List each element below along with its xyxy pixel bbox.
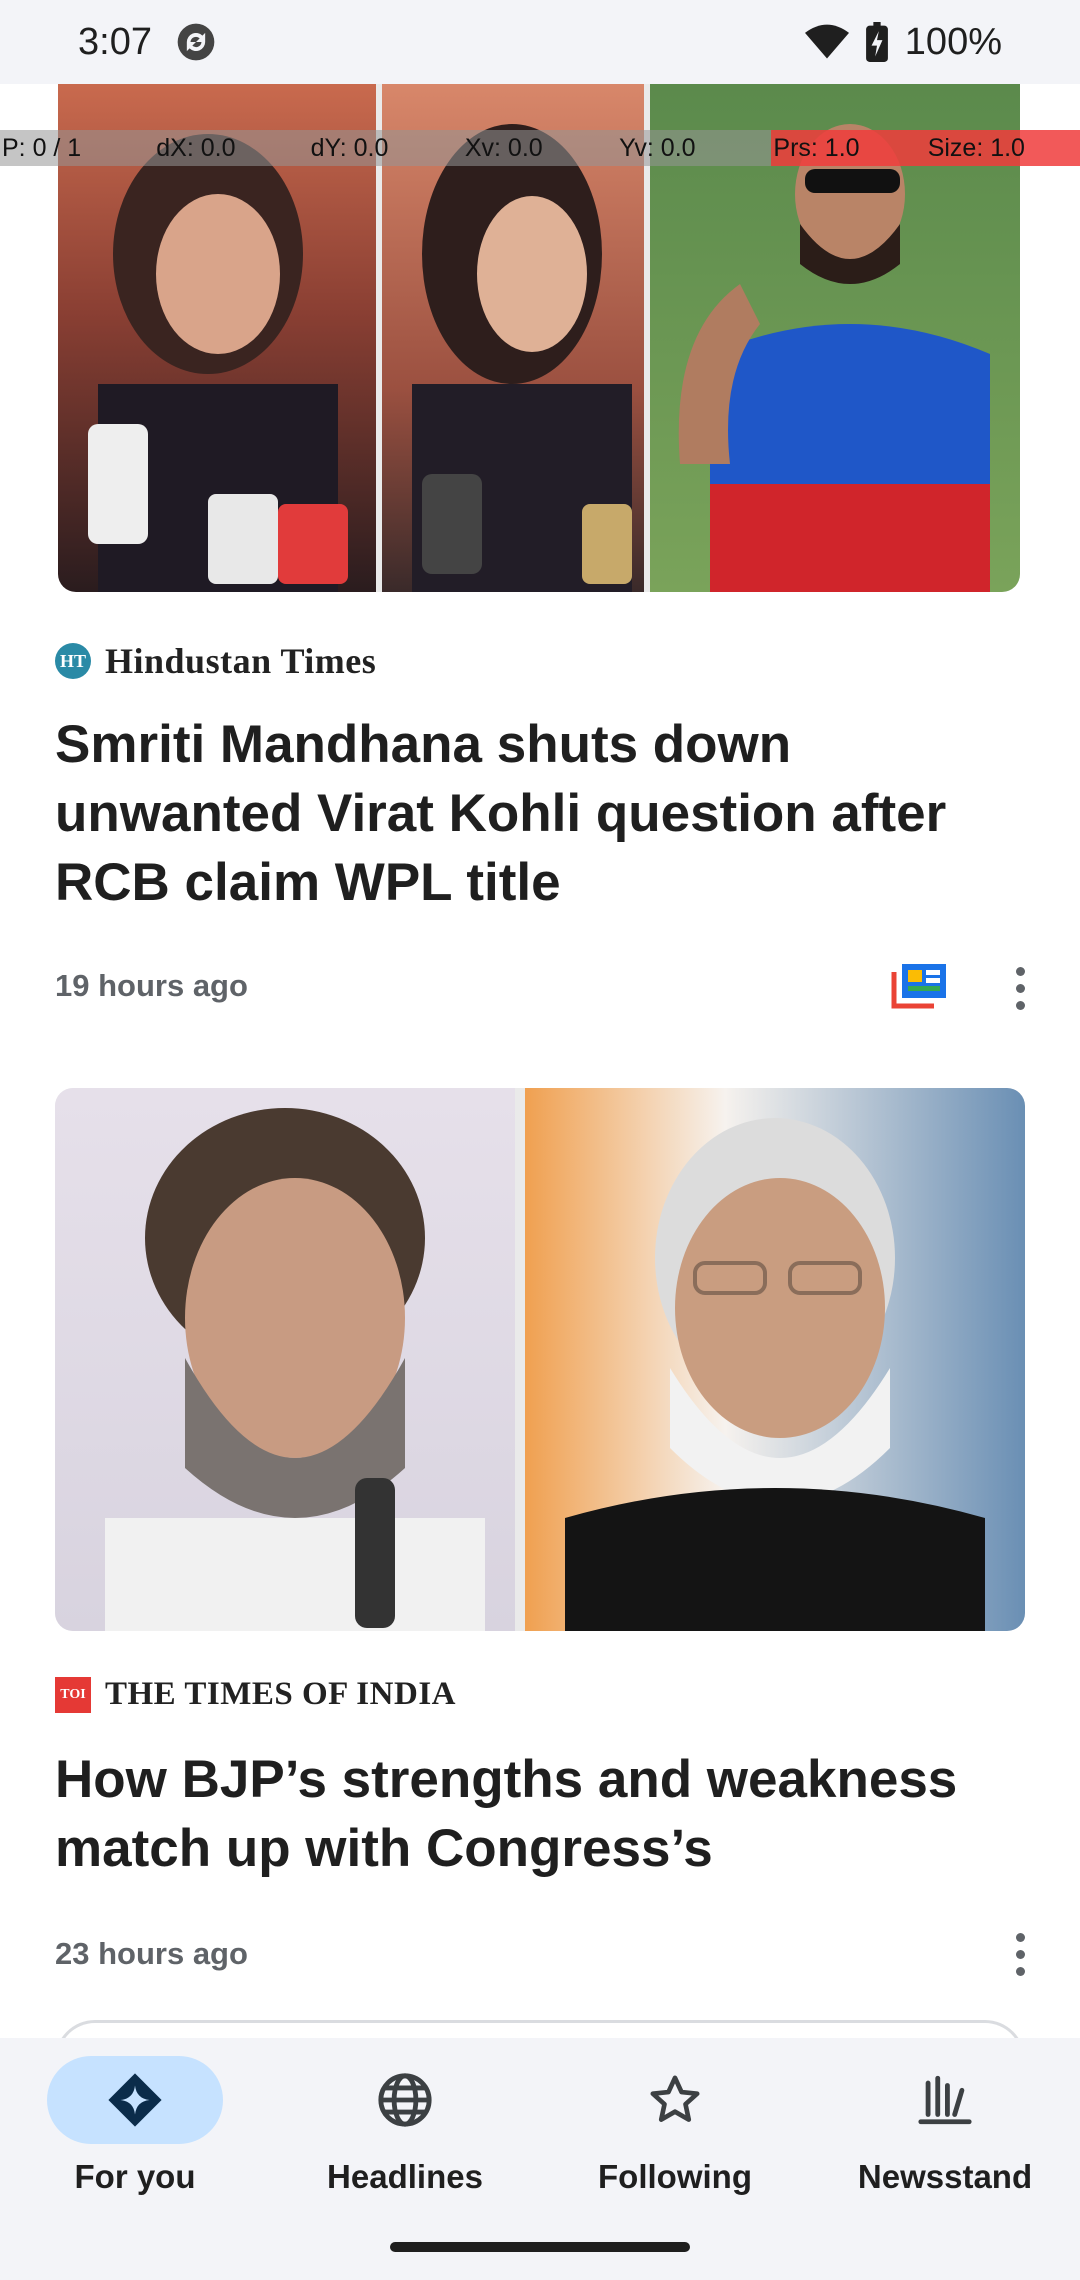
globe-icon	[378, 2073, 432, 2127]
article-2-time: 23 hours ago	[55, 1936, 248, 1971]
more-dot	[1015, 983, 1025, 993]
battery-percentage: 100%	[904, 20, 1002, 63]
portrait-illustration	[105, 1108, 485, 1631]
status-right: 100%	[804, 20, 1002, 64]
nav-newsstand[interactable]: Newsstand	[810, 2056, 1080, 2196]
image-panel-man-microphone	[55, 1088, 515, 1631]
source-name: THE TIMES OF INDIA	[105, 1676, 456, 1712]
article-1-time: 19 hours ago	[55, 968, 248, 1003]
newsstand-icon	[918, 2075, 972, 2125]
nav-icon-container	[317, 2056, 493, 2144]
nav-label: Newsstand	[857, 2158, 1033, 2195]
portrait-illustration	[565, 1118, 985, 1631]
full-coverage-icon[interactable]	[890, 964, 946, 1010]
star-icon	[650, 2075, 700, 2122]
nav-icon-container	[587, 2056, 763, 2144]
article-1-source: HT Hindustan Times	[55, 640, 376, 682]
hindustan-times-logo: HT	[55, 643, 91, 679]
status-time: 3:07	[78, 20, 152, 63]
nav-headlines[interactable]: Headlines	[270, 2056, 540, 2196]
status-left: 3:07	[78, 20, 218, 64]
article-2-headline[interactable]: How BJP’s strengths and weakness match u…	[55, 1745, 1015, 1883]
more-dot	[1015, 966, 1025, 976]
more-dot	[1015, 1949, 1025, 1959]
overlay-dy: dY: 0.0	[308, 130, 463, 166]
overlay-pointer: P: 0 / 1	[0, 130, 155, 166]
source-name: Hindustan Times	[105, 641, 377, 681]
wifi-icon	[804, 24, 849, 59]
sync-icon	[177, 23, 215, 61]
nav-label: Following	[598, 2158, 752, 2195]
battery-charging-icon	[865, 22, 888, 62]
overlay-xv: Xv: 0.0	[462, 130, 618, 166]
article-2-image[interactable]	[55, 1088, 1025, 1631]
overlay-dx: dX: 0.0	[154, 130, 309, 166]
overlay-size: Size: 1.0	[925, 130, 1080, 166]
article-1-more-button[interactable]	[996, 958, 1044, 1018]
nav-label: For you	[74, 2158, 196, 2195]
overlay-pressure: Prs: 1.0	[771, 130, 926, 166]
home-gesture-bar[interactable]	[390, 2242, 690, 2252]
nav-for-you[interactable]: For you	[0, 2056, 270, 2196]
nav-icon-container	[857, 2056, 1033, 2144]
pointer-location-overlay: P: 0 / 1 dX: 0.0 dY: 0.0 Xv: 0.0 Yv: 0.0…	[0, 130, 1080, 166]
article-2-more-button[interactable]	[996, 1924, 1044, 1984]
status-bar: 3:07 100%	[0, 0, 1080, 84]
times-of-india-logo: TOI	[55, 1676, 91, 1713]
image-panel-man-white-beard	[525, 1088, 1025, 1631]
article-2-source: TOI THE TIMES OF INDIA	[55, 1676, 456, 1713]
overlay-yv: Yv: 0.0	[617, 130, 772, 166]
more-dot	[1015, 1966, 1025, 1976]
nav-following[interactable]: Following	[540, 2056, 810, 2196]
nav-label: Headlines	[327, 2158, 483, 2195]
article-1-headline[interactable]: Smriti Mandhana shuts down unwanted Vira…	[55, 710, 1015, 917]
more-dot	[1015, 1932, 1025, 1942]
for-you-icon	[108, 2073, 162, 2127]
nav-active-pill	[47, 2056, 223, 2144]
more-dot	[1015, 1000, 1025, 1010]
